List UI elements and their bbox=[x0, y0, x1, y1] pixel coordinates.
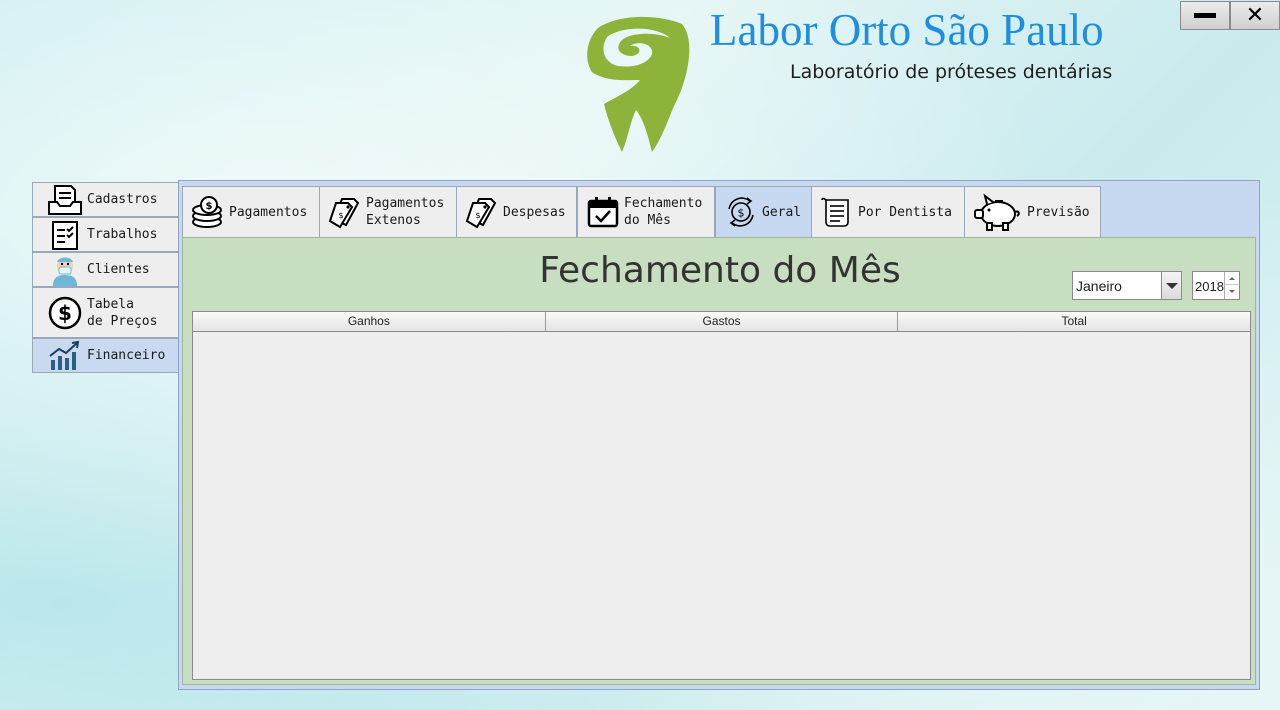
tab-label: Geral bbox=[762, 204, 802, 220]
spinner-buttons bbox=[1224, 272, 1239, 299]
year-value: 2018 bbox=[1195, 279, 1224, 294]
close-icon: ✕ bbox=[1245, 2, 1265, 28]
tab-despesas[interactable]: $ Despesas bbox=[456, 186, 577, 237]
piggy-bank-icon bbox=[974, 193, 1020, 231]
minimize-icon bbox=[1194, 13, 1216, 18]
tab-previsao[interactable]: Previsão bbox=[964, 186, 1101, 237]
chart-growth-icon bbox=[49, 340, 80, 370]
svg-text:$: $ bbox=[738, 207, 745, 220]
price-tags-icon: $ bbox=[328, 198, 360, 229]
dropdown-arrow-button[interactable] bbox=[1161, 272, 1181, 299]
minimize-button[interactable] bbox=[1180, 1, 1230, 30]
tab-label: Por Dentista bbox=[858, 204, 952, 220]
tab-pagamentos-extenos[interactable]: $ Pagamentos Extenos bbox=[319, 186, 457, 237]
app-title: Labor Orto São Paulo bbox=[710, 5, 1104, 55]
tab-label: Previsão bbox=[1027, 204, 1090, 220]
tab-label: Despesas bbox=[503, 204, 566, 220]
tab-por-dentista[interactable]: Por Dentista bbox=[811, 186, 965, 237]
geral-content: Fechamento do Mês Janeiro 2018 Ganhos Ga… bbox=[182, 237, 1256, 685]
tab-label: Pagamentos Extenos bbox=[366, 196, 445, 228]
app-subtitle: Laboratório de próteses dentárias bbox=[790, 61, 1113, 83]
checklist-icon bbox=[52, 220, 78, 250]
tab-fechamento-do-mes[interactable]: Fechamento do Mês bbox=[577, 186, 715, 237]
column-header-total[interactable]: Total bbox=[898, 312, 1250, 331]
receipt-icon bbox=[821, 197, 849, 227]
sidebar-item-label: Cadastros bbox=[87, 192, 158, 207]
month-select-value: Janeiro bbox=[1076, 278, 1122, 294]
year-spinner[interactable]: 2018 bbox=[1192, 271, 1240, 300]
tab-geral[interactable]: $ Geral bbox=[715, 186, 812, 237]
tab-pagamentos[interactable]: $ Pagamentos bbox=[182, 186, 320, 237]
sidebar-item-label: Tabela de Preços bbox=[87, 296, 158, 329]
tab-label: Fechamento do Mês bbox=[624, 196, 703, 228]
sidebar-item-cadastros[interactable]: Cadastros bbox=[32, 182, 178, 217]
calendar-check-icon bbox=[587, 197, 619, 228]
dentist-icon bbox=[53, 257, 77, 286]
chevron-down-icon bbox=[1165, 282, 1178, 289]
sidebar-item-financeiro[interactable]: Financeiro bbox=[32, 338, 178, 373]
chevron-down-icon bbox=[1229, 290, 1235, 293]
tab-label: Pagamentos bbox=[229, 204, 308, 220]
svg-text:$: $ bbox=[58, 301, 72, 325]
document-tray-icon bbox=[48, 184, 82, 215]
chevron-up-icon bbox=[1229, 276, 1235, 280]
svg-text:$: $ bbox=[475, 211, 480, 220]
sidebar-item-label: Clientes bbox=[87, 262, 150, 277]
sidebar-item-trabalhos[interactable]: Trabalhos bbox=[32, 217, 178, 252]
svg-text:$: $ bbox=[206, 201, 213, 212]
sidebar-item-clientes[interactable]: Clientes bbox=[32, 252, 178, 287]
summary-table: Ganhos Gastos Total bbox=[192, 311, 1251, 680]
column-header-ganhos[interactable]: Ganhos bbox=[193, 312, 546, 331]
coins-icon: $ bbox=[192, 196, 222, 228]
svg-text:$: $ bbox=[338, 211, 343, 220]
month-select[interactable]: Janeiro bbox=[1072, 271, 1182, 300]
tooth-logo-icon bbox=[587, 16, 690, 152]
sidebar-item-label: Trabalhos bbox=[87, 227, 158, 242]
sidebar-item-tabela-de-precos[interactable]: $ Tabela de Preços bbox=[32, 287, 178, 338]
financeiro-panel: $ Pagamentos $ Pagamentos Extenos $ Desp… bbox=[178, 180, 1260, 690]
column-header-gastos[interactable]: Gastos bbox=[546, 312, 899, 331]
dollar-circle-icon: $ bbox=[48, 296, 82, 329]
dollar-cycle-icon: $ bbox=[728, 197, 754, 227]
spin-up-button[interactable] bbox=[1225, 272, 1239, 285]
close-button[interactable]: ✕ bbox=[1230, 1, 1280, 30]
spin-down-button[interactable] bbox=[1225, 285, 1239, 298]
price-tags-icon: $ bbox=[465, 198, 497, 229]
sidebar-item-label: Financeiro bbox=[87, 348, 166, 363]
table-header: Ganhos Gastos Total bbox=[193, 312, 1250, 332]
